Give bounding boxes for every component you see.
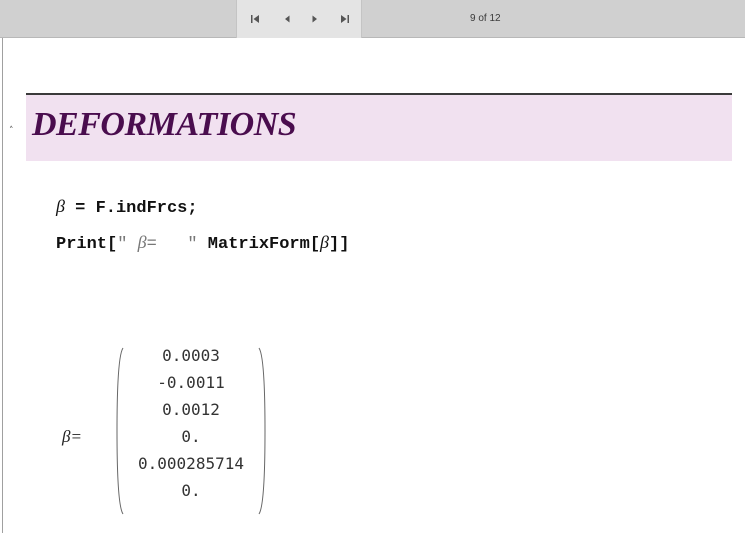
first-page-button[interactable] xyxy=(247,11,263,27)
matrix-left-paren-icon xyxy=(116,347,124,515)
matrix-entry: 0.000285714 xyxy=(138,454,244,473)
next-page-icon xyxy=(312,15,317,23)
matrix-entry: 0.0003 xyxy=(162,346,220,365)
string-quote-open: " xyxy=(117,235,138,254)
string-beta-symbol: β xyxy=(137,232,147,252)
matrix-beta-symbol: β xyxy=(320,232,329,252)
output-label: β= xyxy=(62,427,82,446)
input-code-line-2[interactable]: Print[" β= " MatrixForm[β]] xyxy=(56,232,349,254)
first-page-icon xyxy=(251,15,259,23)
output-matrix: 0.0003 -0.0011 0.0012 0. 0.000285714 0. xyxy=(124,342,258,504)
page-indicator: 9 of 12 xyxy=(470,13,501,24)
matrix-entry: -0.0011 xyxy=(157,373,225,392)
matrix-entry: 0. xyxy=(181,427,201,446)
last-page-button[interactable] xyxy=(337,11,353,27)
string-rest: = " xyxy=(146,235,198,254)
beta-symbol: β xyxy=(56,196,65,216)
input-code-line-1[interactable]: β = F.indFrcs; xyxy=(56,196,198,218)
matrix-entry: 0. xyxy=(181,481,201,500)
last-page-icon xyxy=(341,15,349,23)
print-function: Print[ xyxy=(56,235,118,254)
assignment-expression: = F.indFrcs; xyxy=(64,199,198,218)
matrix-right-paren-icon xyxy=(258,347,266,515)
previous-page-button[interactable] xyxy=(279,11,295,27)
viewport-left-border xyxy=(2,38,3,533)
previous-page-icon xyxy=(285,15,290,23)
slide-navigation-toolbar: 9 of 12 xyxy=(0,0,745,38)
next-page-button[interactable] xyxy=(307,11,323,27)
matrixform-function: MatrixForm[ xyxy=(197,235,321,254)
section-title: DEFORMATIONS xyxy=(32,106,297,143)
section-collapse-caret-icon[interactable]: ˄ xyxy=(9,126,14,136)
string-literal: " β= " xyxy=(117,232,198,254)
navigation-button-group xyxy=(236,0,362,38)
matrix-entry: 0.0012 xyxy=(162,400,220,419)
closing-brackets: ]] xyxy=(329,235,350,254)
